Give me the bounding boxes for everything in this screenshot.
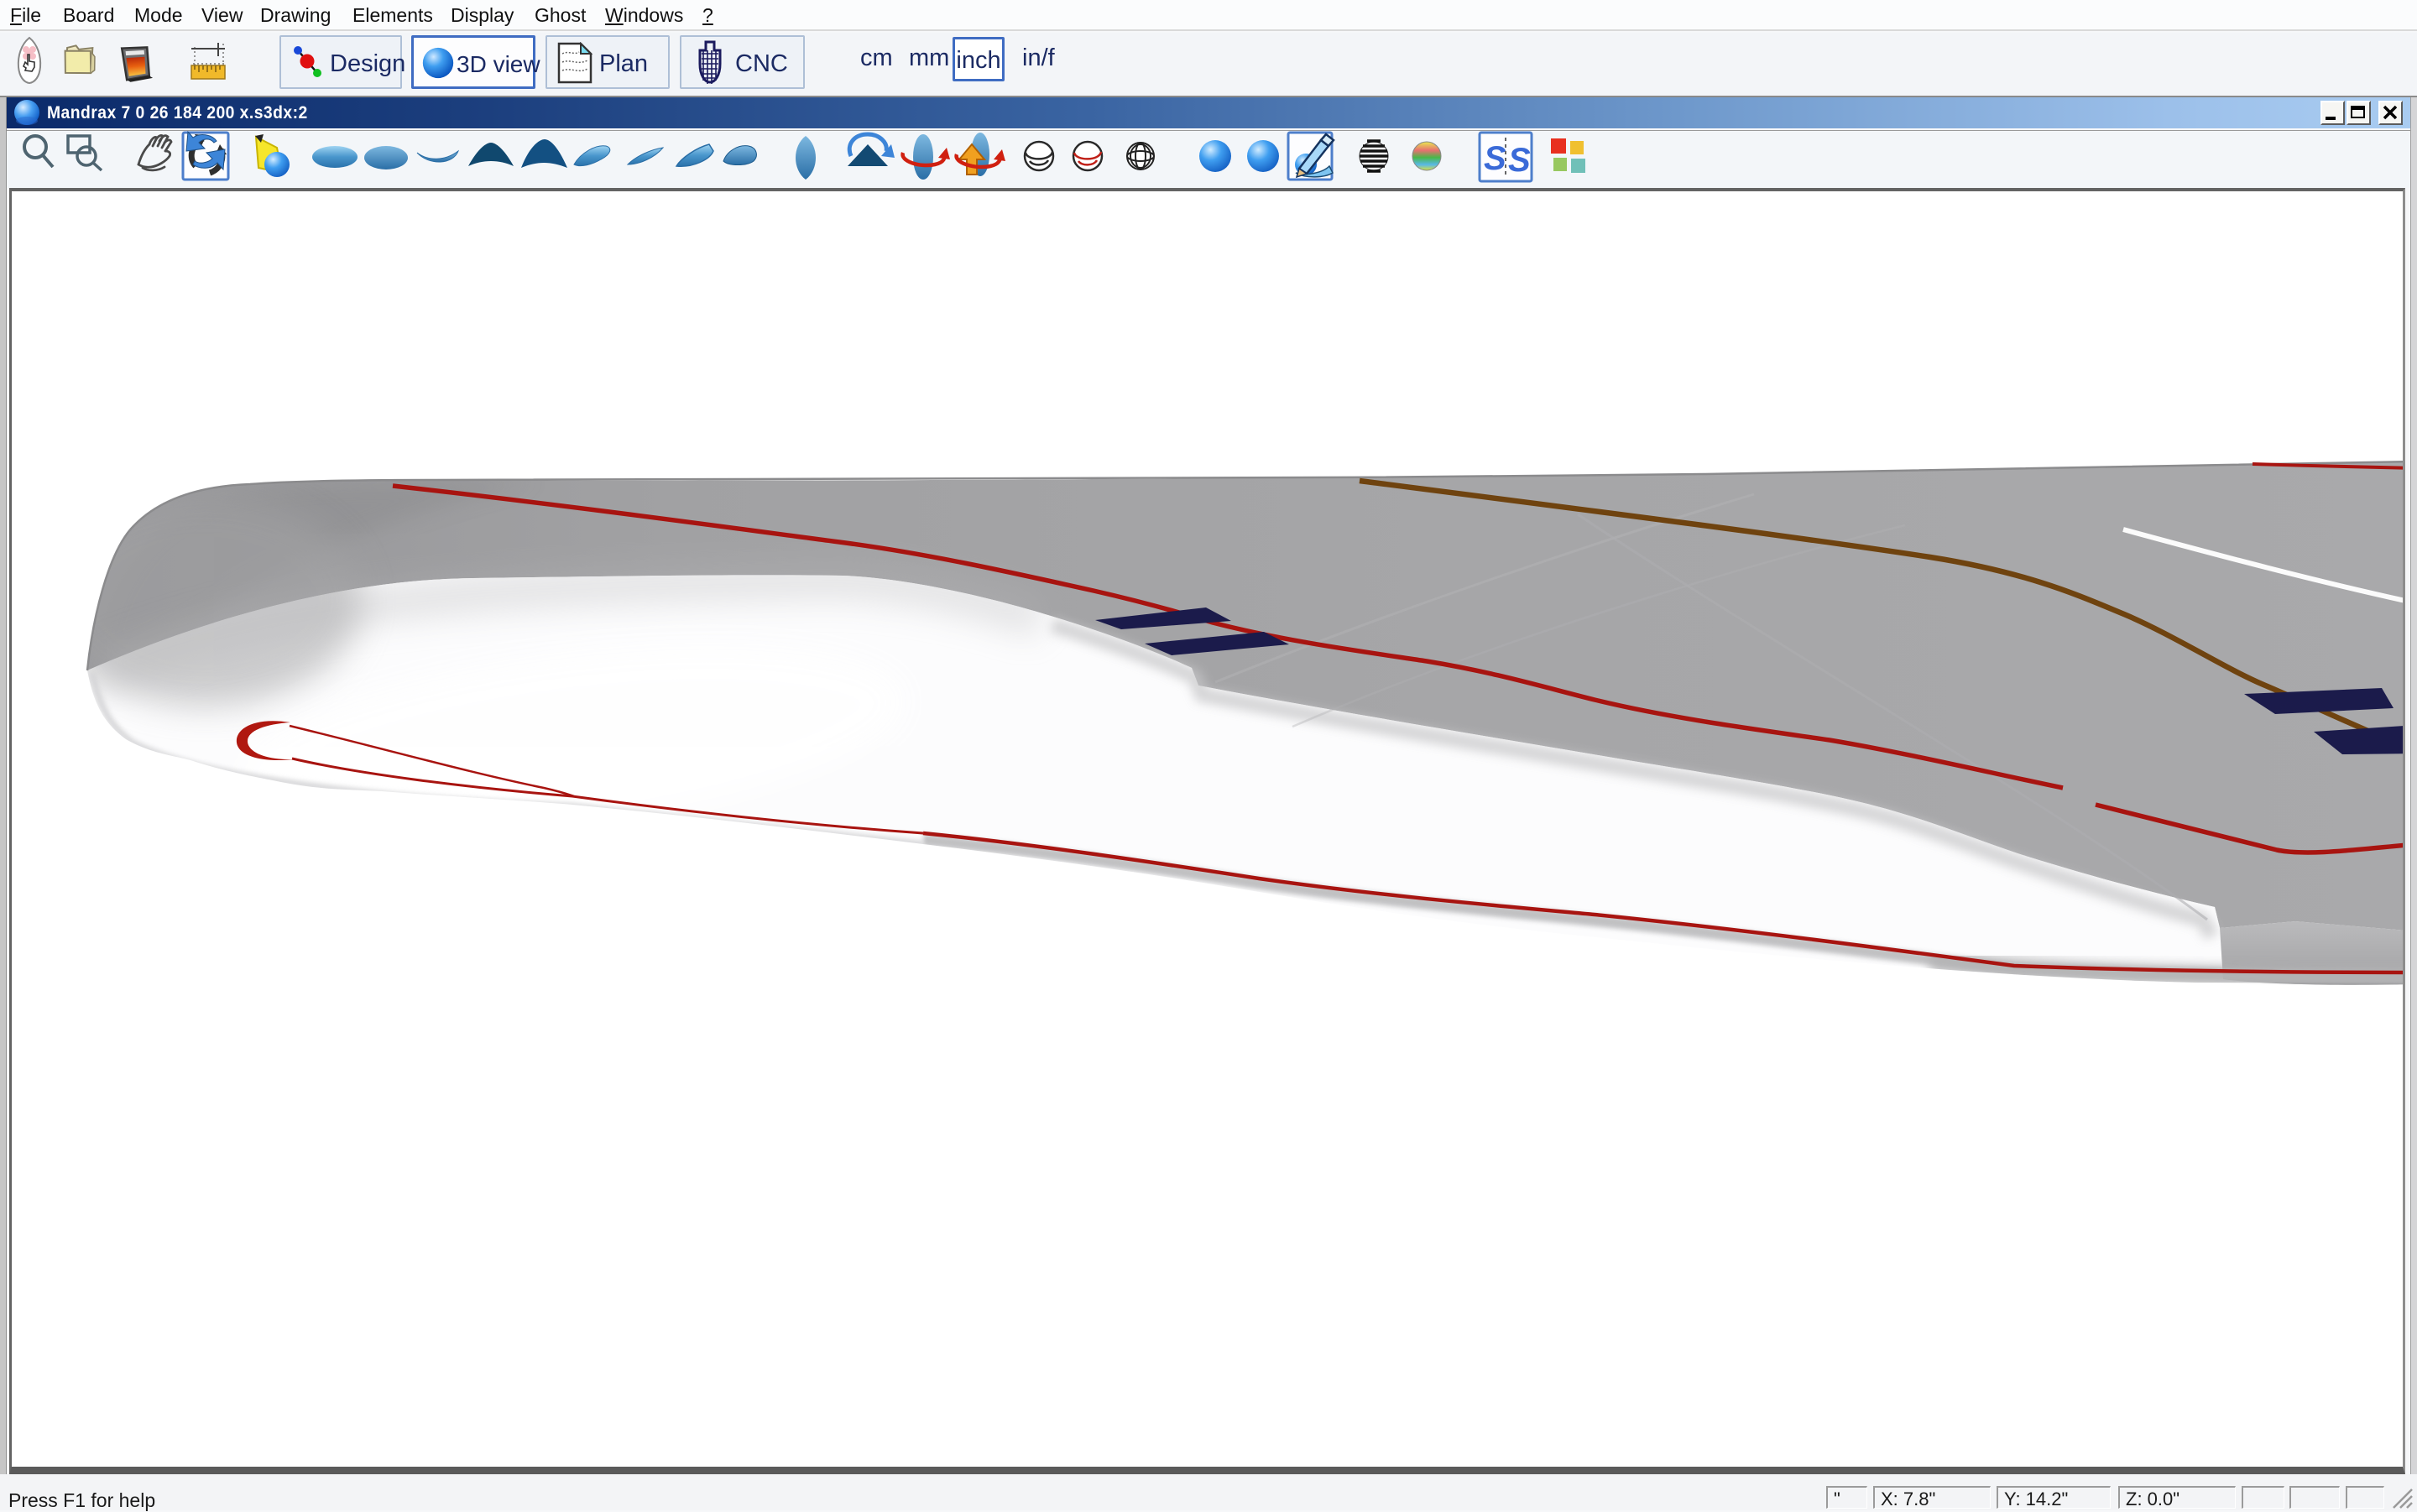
svg-text:S: S — [1508, 142, 1531, 179]
svg-text:S: S — [1484, 140, 1506, 177]
